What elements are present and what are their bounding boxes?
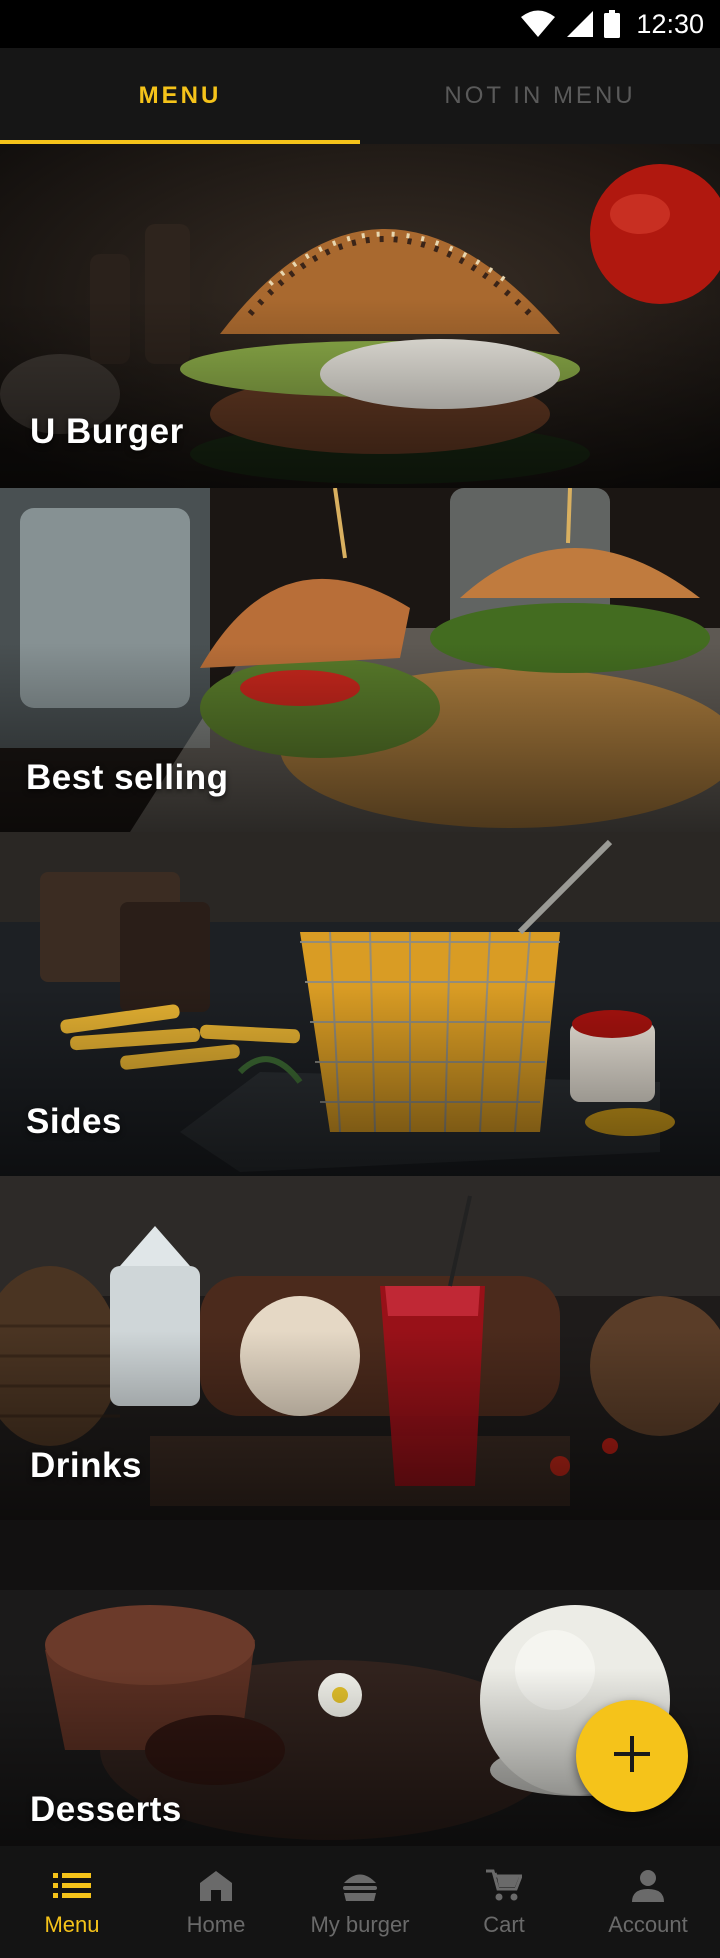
- nav-item-home[interactable]: Home: [144, 1846, 288, 1958]
- nav-item-my-burger[interactable]: My burger: [288, 1846, 432, 1958]
- category-label: U Burger: [30, 412, 184, 451]
- nav-label: Cart: [483, 1912, 525, 1937]
- nav-label: Menu: [44, 1912, 100, 1937]
- category-card-u-burger[interactable]: U Burger: [0, 144, 720, 488]
- category-label: Sides: [26, 1102, 122, 1141]
- status-time: 12:30: [636, 8, 704, 39]
- category-label: Drinks: [30, 1446, 142, 1485]
- signal-icon: [566, 10, 594, 38]
- tab-not-in-menu[interactable]: NOT IN MENU: [360, 48, 720, 144]
- nav-label: Home: [186, 1912, 246, 1937]
- tab-bar: MENU NOT IN MENU: [0, 48, 720, 144]
- burger-icon: [340, 1866, 380, 1906]
- battery-icon: [604, 10, 621, 38]
- category-card-sides[interactable]: Sides: [0, 832, 720, 1176]
- wifi-icon: [520, 10, 556, 38]
- nav-item-account[interactable]: Account: [576, 1846, 720, 1958]
- list-icon: [52, 1866, 92, 1906]
- category-card-drinks[interactable]: Drinks: [0, 1176, 720, 1520]
- tab-menu[interactable]: MENU: [0, 48, 360, 144]
- tab-not-in-menu-label: NOT IN MENU: [444, 82, 636, 109]
- tab-menu-label: MENU: [138, 82, 222, 109]
- home-icon: [196, 1866, 236, 1906]
- category-label: Best selling: [26, 758, 229, 797]
- plus-icon: [612, 1734, 652, 1778]
- category-list: U Burger Best selling Sides Drinks Desse…: [0, 144, 720, 1850]
- person-icon: [628, 1866, 668, 1906]
- cart-icon: [484, 1866, 524, 1906]
- bottom-navigation: Menu Home My burger Cart Account: [0, 1846, 720, 1958]
- nav-item-menu[interactable]: Menu: [0, 1846, 144, 1958]
- category-card-best-selling[interactable]: Best selling: [0, 488, 720, 832]
- nav-item-cart[interactable]: Cart: [432, 1846, 576, 1958]
- nav-label: My burger: [310, 1912, 410, 1937]
- status-bar: 12:30: [0, 0, 720, 48]
- nav-label: Account: [608, 1912, 688, 1937]
- add-button[interactable]: [576, 1700, 688, 1812]
- category-label: Desserts: [30, 1790, 182, 1829]
